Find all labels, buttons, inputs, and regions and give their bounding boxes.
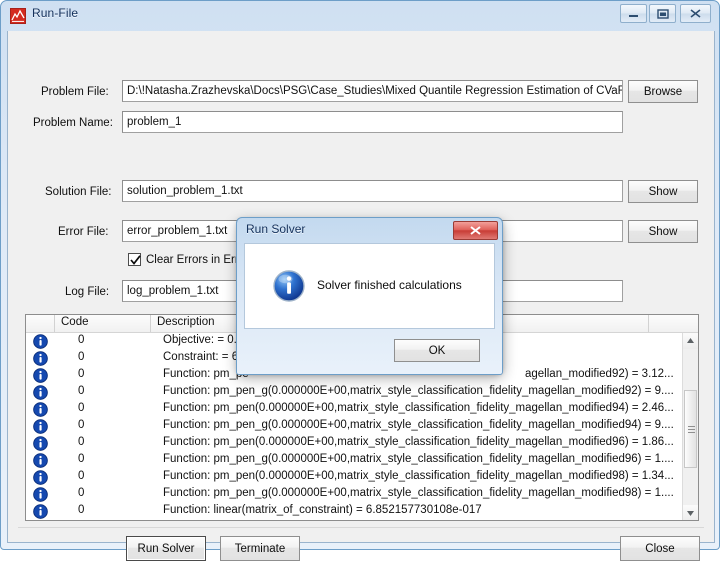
solution-file-show-button[interactable]: Show [628,180,698,203]
dialog-title: Run Solver [246,222,306,236]
row-description: Function: pm_pen(0.000000E+00,matrix_sty… [163,470,674,482]
table-row[interactable]: 0 Function: pm_pen_g(0.000000E+00,matrix_… [26,384,683,401]
row-description: Function: pm_pen_g(0.000000E+00,matrix_s… [163,385,674,397]
row-description: Function: linear(matrix_of_constraint) =… [163,504,482,516]
info-icon [33,402,48,417]
info-icon [33,334,48,349]
maximize-icon[interactable] [649,4,676,23]
row-code: 0 [78,334,85,346]
scrollbar-thumb[interactable] [684,390,697,468]
row-description-tail: agellan_modified92) = 3.12... [525,368,674,380]
run-solver-dialog: Run Solver Solver finished calculations … [236,217,503,375]
footer-divider [18,527,704,528]
row-description: Function: pm_pen(0.000000E+00,matrix_sty… [163,436,674,448]
run-solver-button[interactable]: Run Solver [126,536,206,561]
column-header-icon[interactable] [26,315,55,332]
row-code: 0 [78,470,85,482]
problem-file-input[interactable]: D:\!Natasha.Zrazhevska\Docs\PSG\Case_Stu… [122,80,623,102]
table-row[interactable]: 0 Function: pm_pen(0.000000E+00,matrix_st… [26,435,683,452]
terminate-button[interactable]: Terminate [220,536,300,561]
table-row[interactable]: 0 Function: pm_pen(0.000000E+00,matrix_st… [26,401,683,418]
problem-name-input[interactable]: problem_1 [122,111,623,133]
log-vertical-scrollbar[interactable] [682,333,698,520]
column-header-code[interactable]: Code [55,315,151,332]
checkmark-icon [130,255,141,265]
info-icon [33,470,48,485]
row-code: 0 [78,436,85,448]
row-code: 0 [78,453,85,465]
scroll-down-icon[interactable] [683,505,698,520]
window-titlebar[interactable]: Run-File [1,1,720,31]
solution-file-label: Solution File: [45,186,112,198]
chart-app-icon [10,8,26,24]
column-header-extra[interactable] [649,315,698,332]
window-title: Run-File [32,6,79,20]
row-description: Objective: = 0. [163,334,237,346]
table-row[interactable]: 0 Function: pm_pen_g(0.000000E+00,matrix_… [26,418,683,435]
minimize-icon[interactable] [620,4,647,23]
table-row[interactable]: 0 Function: pm_pen(0.000000E+00,matrix_st… [26,469,683,486]
row-code: 0 [78,504,85,516]
info-icon [273,270,305,302]
error-file-label: Error File: [58,226,109,238]
problem-name-label: Problem Name: [33,117,113,129]
solution-file-input[interactable]: solution_problem_1.txt [122,180,623,202]
row-description: Function: pm_pen_g(0.000000E+00,matrix_s… [163,487,674,499]
row-code: 0 [78,385,85,397]
dialog-ok-button[interactable]: OK [394,339,480,362]
scroll-up-icon[interactable] [683,333,698,349]
log-file-label: Log File: [65,286,110,298]
table-row[interactable]: 0 Function: pm_pen_g(0.000000E+00,matrix_… [26,452,683,469]
row-code: 0 [78,351,85,363]
row-code: 0 [78,487,85,499]
info-icon [33,351,48,366]
run-file-window: Run-File Problem File: D:\!Natasha.Zrazh… [0,0,720,561]
info-icon [33,368,48,383]
row-description: Function: pm_pen(0.000000E+00,matrix_sty… [163,402,674,414]
info-icon [33,504,48,519]
row-code: 0 [78,402,85,414]
checkbox-box[interactable] [128,253,141,266]
info-icon [33,419,48,434]
row-description: Constraint: = 6. [163,351,242,363]
window-client-area: Problem File: D:\!Natasha.Zrazhevska\Doc… [7,31,715,561]
row-code: 0 [78,419,85,431]
table-row[interactable]: 0 Function: linear(matrix_of_constraint) … [26,503,683,520]
info-icon [33,385,48,400]
info-icon [33,436,48,451]
info-icon [33,453,48,468]
close-icon[interactable] [680,4,711,23]
row-description: Function: pm_pen_g(0.000000E+00,matrix_s… [163,419,674,431]
dialog-body: Solver finished calculations [244,243,495,329]
info-icon [33,487,48,502]
dialog-close-icon[interactable] [453,221,498,240]
grip-icon [688,426,695,433]
dialog-message: Solver finished calculations [317,278,462,292]
browse-button[interactable]: Browse [628,80,698,103]
row-code: 0 [78,368,85,380]
problem-file-label: Problem File: [41,86,109,98]
error-file-show-button[interactable]: Show [628,220,698,243]
close-button[interactable]: Close [620,536,700,561]
table-row[interactable]: 0 Function: pm_pen_g(0.000000E+00,matrix_… [26,486,683,503]
row-description: Function: pm_pen_g(0.000000E+00,matrix_s… [163,453,674,465]
